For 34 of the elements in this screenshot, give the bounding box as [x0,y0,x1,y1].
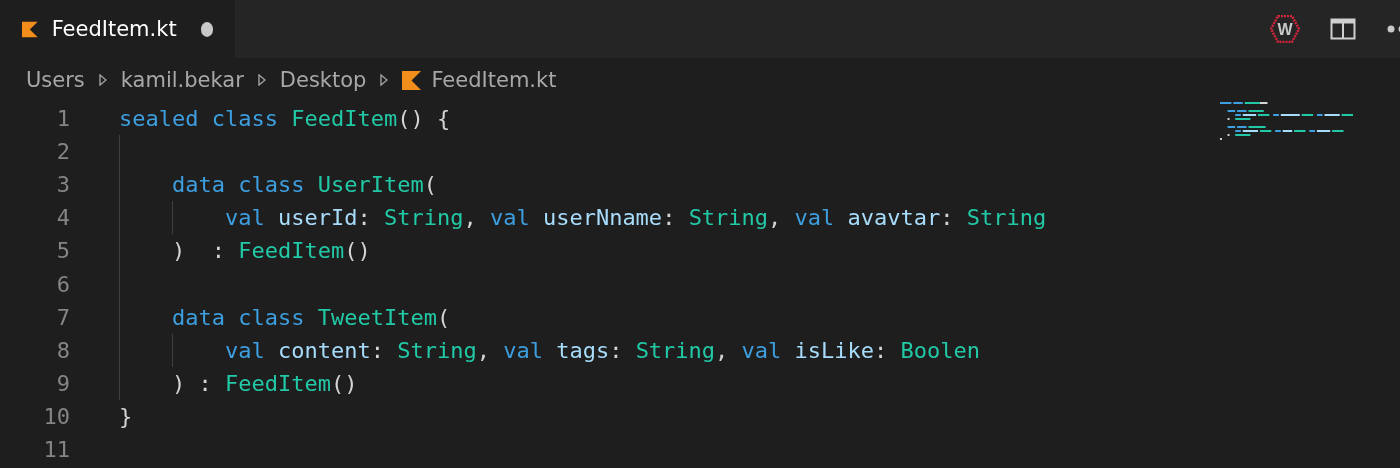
line-number: 4 [55,205,70,231]
line-number: 6 [55,271,70,297]
line-number: 3 [55,172,70,198]
breadcrumb-item[interactable]: Users [26,68,85,92]
code-line: } [119,402,133,431]
line-number: 9 [55,370,70,396]
code-line: val content: String, val tags: String, val isLike: Boolen [223,336,981,365]
line-number: 11 [42,437,70,462]
unsaved-dot-icon [200,21,213,37]
breadcrumb-item[interactable]: FeedItem.kt [431,68,557,92]
breadcrumb-item[interactable]: Desktop [279,68,367,92]
code-line: ) : FeedItem() [170,237,371,266]
code-line: ) : FeedItem() [170,369,358,398]
code-line: data class UserItem( [170,171,437,200]
tab-label: FeedItem.kt [51,17,177,41]
kotlin-file-icon [22,19,38,39]
chevron-icon [257,74,266,86]
line-number: 7 [55,304,70,330]
line-number: 1 [55,106,70,132]
code-line: sealed class FeedItem() { [119,105,451,134]
editor-tab[interactable]: FeedItem.kt [0,0,235,58]
code-line: data class TweetItem( [170,303,451,332]
extension-badge-icon[interactable]: W [1270,15,1300,43]
breadcrumb-item[interactable]: kamil.bekar [120,68,244,92]
split-editor-icon[interactable] [1330,18,1356,40]
chevron-icon [380,74,389,86]
more-icon[interactable] [1386,24,1400,34]
line-number: 8 [55,337,70,363]
code-line: val userId: String, val userNname: String, val avavtar: String [223,204,1047,233]
chevron-icon [98,74,107,86]
line-number: 2 [55,139,70,165]
line-number: 10 [42,403,70,429]
kotlin-file-icon [402,70,422,90]
line-number: 5 [55,238,70,264]
